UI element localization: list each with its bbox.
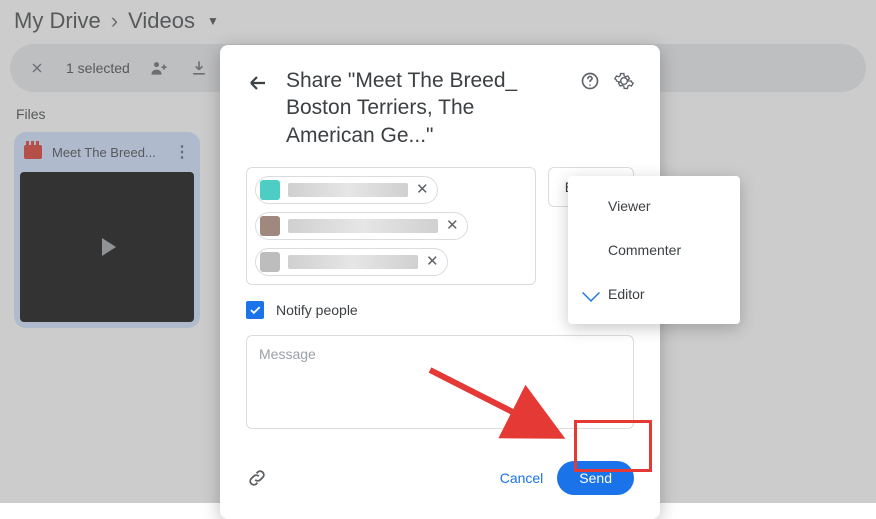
help-icon[interactable] bbox=[580, 71, 600, 91]
people-input[interactable]: ✕ ✕ ✕ bbox=[246, 167, 536, 285]
caret-down-icon[interactable]: ▼ bbox=[207, 14, 219, 28]
remove-chip-icon[interactable]: ✕ bbox=[416, 182, 429, 197]
video-file-icon bbox=[24, 145, 42, 159]
thumbnail-title: Meet The Breed... bbox=[52, 145, 164, 160]
person-email-redacted bbox=[288, 255, 418, 269]
person-chip: ✕ bbox=[255, 176, 438, 204]
breadcrumb-root[interactable]: My Drive bbox=[14, 8, 101, 34]
role-option-editor[interactable]: Editor bbox=[568, 272, 740, 316]
cancel-button[interactable]: Cancel bbox=[486, 462, 558, 494]
selection-count: 1 selected bbox=[66, 60, 130, 76]
remove-chip-icon[interactable]: ✕ bbox=[446, 218, 459, 233]
message-placeholder: Message bbox=[259, 346, 316, 362]
copy-link-icon[interactable] bbox=[246, 467, 268, 489]
download-icon[interactable] bbox=[188, 57, 210, 79]
remove-chip-icon[interactable]: ✕ bbox=[426, 254, 439, 269]
person-email-redacted bbox=[288, 219, 438, 233]
back-arrow-icon[interactable] bbox=[246, 71, 270, 95]
role-menu: Viewer Commenter Editor bbox=[568, 176, 740, 324]
notify-checkbox[interactable] bbox=[246, 301, 264, 319]
breadcrumb: My Drive › Videos ▼ bbox=[0, 0, 876, 42]
close-selection-icon[interactable] bbox=[26, 57, 48, 79]
dialog-title: Share "Meet The Breed_ Boston Terriers, … bbox=[286, 67, 564, 149]
avatar bbox=[260, 216, 280, 236]
role-option-commenter[interactable]: Commenter bbox=[568, 228, 740, 272]
chevron-right-icon: › bbox=[111, 8, 118, 34]
person-email-redacted bbox=[288, 183, 408, 197]
play-icon bbox=[102, 238, 116, 256]
video-thumbnail-card[interactable]: Meet The Breed... ⋮ bbox=[14, 132, 200, 328]
avatar bbox=[260, 252, 280, 272]
more-icon[interactable]: ⋮ bbox=[174, 142, 190, 162]
notify-label: Notify people bbox=[276, 302, 358, 318]
thumbnail-preview bbox=[20, 172, 194, 322]
send-button[interactable]: Send bbox=[557, 461, 634, 495]
avatar bbox=[260, 180, 280, 200]
breadcrumb-folder[interactable]: Videos bbox=[128, 8, 195, 34]
role-option-viewer[interactable]: Viewer bbox=[568, 184, 740, 228]
person-chip: ✕ bbox=[255, 248, 448, 276]
add-person-icon[interactable] bbox=[148, 57, 170, 79]
message-textarea[interactable]: Message bbox=[246, 335, 634, 429]
gear-icon[interactable] bbox=[614, 71, 634, 91]
person-chip: ✕ bbox=[255, 212, 468, 240]
